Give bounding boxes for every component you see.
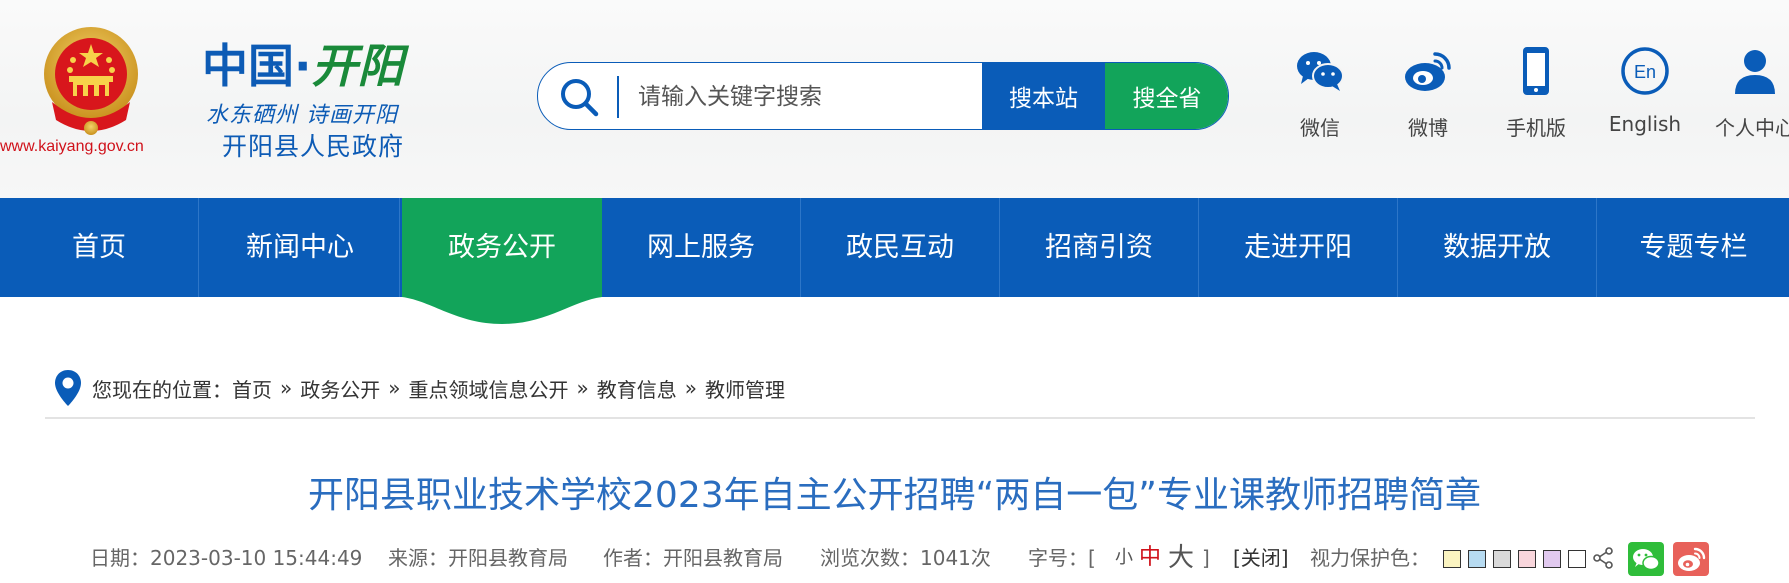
search-divider bbox=[617, 76, 619, 118]
weibo-icon bbox=[1405, 52, 1451, 91]
quick-link-wechat[interactable]: 微信 bbox=[1265, 44, 1375, 144]
breadcrumb-education[interactable]: 教育信息 bbox=[597, 374, 677, 403]
brand-dot: · bbox=[294, 39, 312, 93]
close-button[interactable]: [关闭] bbox=[1233, 540, 1289, 576]
site-brand[interactable]: 中国·开阳 bbox=[202, 38, 403, 94]
quick-link-label: English bbox=[1608, 112, 1682, 136]
nav-item-gov-affairs[interactable]: 政务公开 bbox=[402, 198, 602, 297]
nav-item-special-topics[interactable]: 专题专栏 bbox=[1598, 198, 1789, 297]
share-icon[interactable] bbox=[1592, 547, 1614, 569]
site-slogan: 水东硒州 诗画开阳 bbox=[206, 103, 398, 128]
font-size-small[interactable]: 小 bbox=[1115, 540, 1133, 576]
search-bar: 搜本站 搜全省 bbox=[537, 62, 1229, 130]
article-source: 来源：开阳县教育局 bbox=[388, 546, 568, 570]
quick-link-label: 微博 bbox=[1408, 116, 1448, 140]
user-icon bbox=[1735, 50, 1775, 94]
article-title: 开阳县职业技术学校2023年自主公开招聘“两自一包”专业课教师招聘简章 bbox=[308, 475, 1481, 516]
eye-care-label: 视力保护色： bbox=[1310, 546, 1430, 570]
mobile-icon bbox=[1523, 47, 1549, 95]
share-wechat-icon[interactable] bbox=[1628, 542, 1664, 576]
quick-link-user-center[interactable]: 个人中心 bbox=[1700, 44, 1789, 144]
svg-text:En: En bbox=[1634, 62, 1656, 82]
brand-part2: 开阳 bbox=[311, 39, 404, 93]
nav-item-news[interactable]: 新闻中心 bbox=[201, 198, 400, 297]
breadcrumb-prefix: 您现在的位置： bbox=[92, 377, 232, 402]
quick-link-english[interactable]: En English bbox=[1590, 44, 1700, 144]
site-header: www.kaiyang.gov.cn 中国·开阳 水东硒州 诗画开阳 开阳县人民… bbox=[0, 0, 1789, 198]
breadcrumb-key-areas[interactable]: 重点领域信息公开 bbox=[409, 374, 569, 403]
breadcrumb: 您现在的位置： 首页 » 政务公开 » 重点领域信息公开 » 教育信息 » 教师… bbox=[52, 366, 785, 410]
search-icon bbox=[561, 79, 599, 117]
nav-item-home[interactable]: 首页 bbox=[0, 198, 199, 297]
nav-item-investment[interactable]: 招商引资 bbox=[1000, 198, 1199, 297]
breadcrumb-teacher-management[interactable]: 教师管理 bbox=[705, 374, 785, 403]
eye-care-swatch-white[interactable] bbox=[1568, 550, 1586, 568]
article-meta: 日期：2023-03-10 15:44:49 来源：开阳县教育局 作者：开阳县教… bbox=[90, 540, 1710, 576]
breadcrumb-home[interactable]: 首页 bbox=[232, 374, 272, 403]
article-views: 浏览次数：1041次 bbox=[820, 546, 991, 570]
divider bbox=[45, 417, 1755, 419]
nav-item-open-data[interactable]: 数据开放 bbox=[1398, 198, 1597, 297]
national-emblem-icon bbox=[44, 27, 138, 135]
quick-link-label: 手机版 bbox=[1506, 116, 1566, 140]
eye-care-swatch-pink[interactable] bbox=[1518, 550, 1536, 568]
breadcrumb-separator: » bbox=[388, 376, 401, 400]
government-name: 开阳县人民政府 bbox=[222, 132, 405, 161]
quick-link-label: 个人中心 bbox=[1715, 116, 1789, 140]
quick-link-mobile[interactable]: 手机版 bbox=[1481, 44, 1591, 144]
search-input[interactable] bbox=[638, 75, 978, 119]
quick-link-label: 微信 bbox=[1300, 116, 1340, 140]
breadcrumb-gov-affairs[interactable]: 政务公开 bbox=[300, 374, 380, 403]
breadcrumb-separator: » bbox=[280, 376, 293, 400]
nav-item-about[interactable]: 走进开阳 bbox=[1199, 198, 1398, 297]
search-province-button[interactable]: 搜全省 bbox=[1105, 63, 1228, 129]
location-pin-icon bbox=[55, 370, 81, 406]
eye-care-swatch-purple[interactable] bbox=[1543, 550, 1561, 568]
article-author: 作者：开阳县教育局 bbox=[603, 546, 783, 570]
english-icon: En bbox=[1621, 47, 1669, 95]
share-weibo-icon[interactable] bbox=[1673, 542, 1709, 576]
nav-item-interaction[interactable]: 政民互动 bbox=[801, 198, 1000, 297]
active-tab-indicator bbox=[402, 297, 602, 324]
wechat-icon bbox=[1297, 52, 1344, 91]
article-date: 日期：2023-03-10 15:44:49 bbox=[90, 546, 363, 570]
search-site-button[interactable]: 搜本站 bbox=[982, 63, 1105, 129]
eye-care-swatch-gray[interactable] bbox=[1493, 550, 1511, 568]
quick-link-weibo[interactable]: 微博 bbox=[1373, 44, 1483, 144]
font-size-label: 字号：[ bbox=[1028, 546, 1096, 570]
font-size-large[interactable]: 大 bbox=[1168, 540, 1194, 576]
font-size-close-bracket: ] bbox=[1202, 546, 1210, 570]
eye-care-swatch-blue[interactable] bbox=[1468, 550, 1486, 568]
main-nav: 首页 新闻中心 政务公开 网上服务 政民互动 招商引资 走进开阳 数据开放 专题… bbox=[0, 198, 1789, 297]
site-url: www.kaiyang.gov.cn bbox=[0, 138, 144, 155]
nav-item-online-services[interactable]: 网上服务 bbox=[602, 198, 801, 297]
font-size-medium[interactable]: 中 bbox=[1139, 540, 1161, 576]
breadcrumb-separator: » bbox=[576, 376, 589, 400]
eye-care-swatch-yellow[interactable] bbox=[1443, 550, 1461, 568]
brand-part1: 中国 bbox=[202, 39, 294, 93]
breadcrumb-separator: » bbox=[684, 376, 697, 400]
